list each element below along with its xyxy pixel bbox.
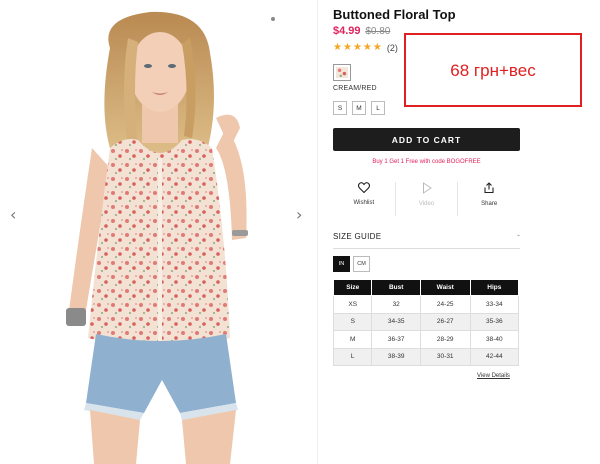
video-label: Video — [418, 201, 435, 207]
size-option-s[interactable]: S — [333, 101, 347, 115]
table-cell: 32 — [371, 295, 421, 314]
size-option-m[interactable]: M — [352, 101, 366, 115]
unit-cm-button[interactable]: CM — [353, 256, 370, 272]
wishlist-button[interactable]: Wishlist — [333, 182, 395, 216]
video-button[interactable]: Video — [394, 182, 458, 216]
star-icon: ★ — [333, 42, 342, 53]
table-header: Waist — [419, 279, 471, 296]
table-cell: 42-44 — [469, 347, 520, 366]
promo-text: Buy 1 Get 1 Free with code BOGOFREE — [372, 159, 481, 165]
table-cell: 28-29 — [419, 330, 471, 349]
table-row: XS 32 24-25 33-34 — [332, 295, 520, 314]
product-image-gallery: ‹ › — [0, 0, 318, 464]
table-cell: M — [332, 330, 373, 349]
table-cell: 38-39 — [371, 347, 421, 366]
table-cell: 35-36 — [469, 312, 520, 331]
heart-icon — [357, 182, 370, 197]
table-cell: 24-25 — [419, 295, 471, 314]
table-cell: 36-37 — [371, 330, 421, 349]
unit-toggle: IN CM — [333, 256, 370, 272]
chevron-right-icon[interactable]: › — [296, 205, 302, 224]
table-header: Bust — [371, 279, 421, 296]
share-button[interactable]: Share — [457, 182, 520, 216]
size-guide-header[interactable]: SIZE GUIDE - — [333, 230, 520, 249]
rating-row[interactable]: ★★★★★ (2) — [333, 42, 398, 53]
sale-price: $4.99 — [333, 25, 361, 37]
price-row: $4.99 $0.80 — [333, 25, 390, 37]
color-label: CREAM/RED — [333, 85, 377, 92]
product-title: Buttoned Floral Top — [333, 7, 456, 22]
table-row: L 38-39 30-31 42-44 — [332, 347, 520, 366]
size-guide-title: SIZE GUIDE — [333, 232, 382, 241]
product-photo — [66, 11, 248, 464]
table-cell: XS — [332, 295, 373, 314]
annotation-text: 68 грн+вес — [450, 61, 536, 80]
table-cell: 34-35 — [371, 312, 421, 331]
price-annotation-box: 68 грн+вес — [404, 33, 582, 107]
share-label: Share — [481, 201, 498, 207]
rating-stars: ★★★★★ — [333, 42, 383, 53]
size-selector: S M L — [333, 101, 385, 115]
star-icon: ★ — [362, 42, 372, 53]
wishlist-label: Wishlist — [353, 200, 375, 206]
color-swatch[interactable] — [333, 64, 351, 81]
original-price: $0.80 — [365, 26, 391, 37]
star-icon: ★ — [352, 42, 362, 53]
product-actions: Wishlist Video Share — [333, 182, 520, 216]
table-header: Hips — [469, 279, 520, 296]
view-details-link[interactable]: View Details — [477, 373, 510, 379]
unit-in-button[interactable]: IN — [333, 256, 350, 272]
size-option-l[interactable]: L — [371, 101, 385, 115]
collapse-icon[interactable]: - — [517, 230, 520, 240]
floral-pattern-swatch — [336, 67, 348, 78]
table-header: Size — [332, 279, 373, 296]
table-cell: 26-27 — [419, 312, 471, 331]
table-cell: S — [332, 312, 373, 331]
add-to-cart-button[interactable]: ADD TO CART — [333, 128, 520, 151]
table-header-row: Size Bust Waist Hips — [332, 279, 520, 296]
review-count[interactable]: (2) — [387, 43, 398, 53]
table-row: M 36-37 28-29 38-40 — [332, 330, 520, 349]
table-row: S 34-35 26-27 35-36 — [332, 312, 520, 331]
table-cell: 38-40 — [469, 330, 520, 349]
play-icon — [422, 182, 432, 198]
star-icon: ★ — [372, 42, 382, 53]
share-icon — [483, 182, 495, 198]
table-cell: 33-34 — [469, 295, 520, 314]
table-cell: 30-31 — [419, 347, 471, 366]
table-cell: L — [332, 347, 373, 366]
star-icon: ★ — [342, 42, 352, 53]
size-chart-table: Size Bust Waist Hips XS 32 24-25 33-34 S… — [332, 279, 520, 366]
chevron-left-icon[interactable]: ‹ — [10, 205, 16, 224]
